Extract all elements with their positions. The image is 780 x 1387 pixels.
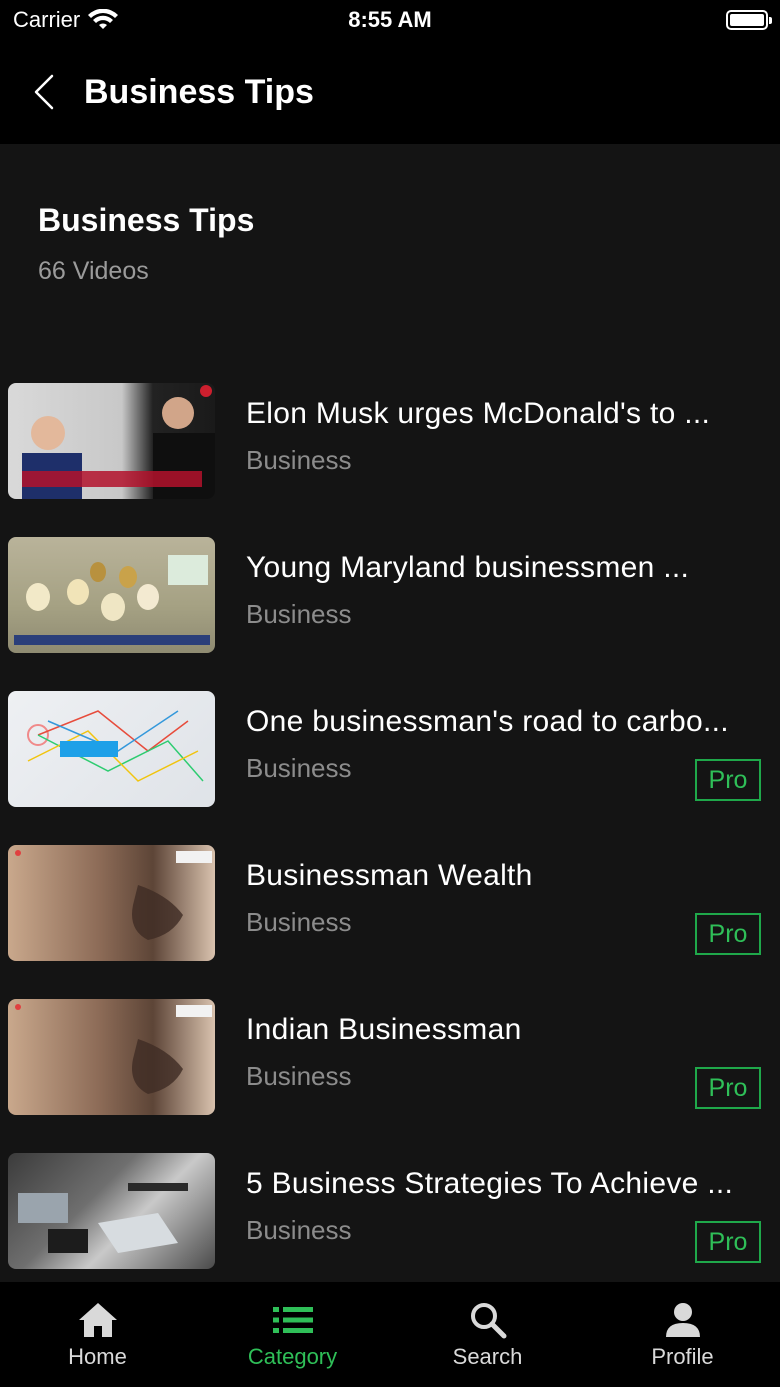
video-title: Young Maryland businessmen ... [246, 551, 690, 584]
video-count: 66 Videos [38, 257, 149, 285]
video-thumbnail[interactable] [8, 383, 215, 499]
pro-badge: Pro [695, 759, 761, 801]
nav-bar: Business Tips [0, 40, 780, 144]
video-thumbnail[interactable] [8, 691, 215, 807]
video-list: Elon Musk urges McDonald's to ... Busine… [0, 345, 780, 1282]
video-category: Business [246, 1061, 352, 1091]
home-icon [76, 1300, 120, 1340]
video-category: Business [246, 1215, 352, 1245]
tab-home[interactable]: Home [0, 1282, 195, 1387]
tab-bar: Home Category Search Profile [0, 1282, 780, 1387]
video-thumbnail[interactable] [8, 537, 215, 653]
back-button[interactable] [24, 70, 64, 114]
video-thumbnail[interactable] [8, 999, 215, 1115]
battery-icon [726, 10, 772, 30]
video-title: Elon Musk urges McDonald's to ... [246, 397, 711, 430]
chevron-left-icon [34, 74, 54, 110]
video-item[interactable]: Elon Musk urges McDonald's to ... Busine… [0, 345, 780, 499]
category-header: Business Tips 66 Videos [0, 144, 780, 345]
tab-label: Home [68, 1344, 127, 1369]
video-title: 5 Business Strategies To Achieve ... [246, 1167, 734, 1200]
video-category: Business [246, 753, 352, 783]
pro-badge: Pro [695, 913, 761, 955]
pro-badge: Pro [695, 1221, 761, 1263]
video-item[interactable]: One businessman's road to carbo... Busin… [0, 653, 780, 807]
video-title: Businessman Wealth [246, 859, 533, 892]
video-thumbnail[interactable] [8, 1153, 215, 1269]
category-title: Business Tips [38, 202, 255, 238]
status-bar: Carrier 8:55 AM [0, 0, 780, 40]
video-item[interactable]: Young Maryland businessmen ... Business [0, 499, 780, 653]
video-item[interactable]: Indian Businessman Business Pro [0, 961, 780, 1115]
list-icon [271, 1300, 315, 1340]
video-item[interactable]: Businessman Wealth Business Pro [0, 807, 780, 961]
tab-label: Category [247, 1344, 338, 1369]
tab-label: Profile [651, 1344, 714, 1369]
video-category: Business [246, 907, 352, 937]
tab-category[interactable]: Category [195, 1282, 390, 1387]
video-title: One businessman's road to carbo... [246, 705, 729, 738]
nav-title: Business Tips [84, 73, 314, 111]
profile-icon [661, 1300, 705, 1340]
video-title: Indian Businessman [246, 1013, 522, 1046]
video-thumbnail[interactable] [8, 845, 215, 961]
video-category: Business [246, 599, 352, 629]
video-category: Business [246, 445, 352, 475]
tab-label: Search [452, 1344, 523, 1369]
pro-badge: Pro [695, 1067, 761, 1109]
video-item[interactable]: 5 Business Strategies To Achieve ... Bus… [0, 1115, 780, 1269]
search-icon [466, 1300, 510, 1340]
tab-profile[interactable]: Profile [585, 1282, 780, 1387]
tab-search[interactable]: Search [390, 1282, 585, 1387]
status-time: 8:55 AM [348, 7, 432, 32]
